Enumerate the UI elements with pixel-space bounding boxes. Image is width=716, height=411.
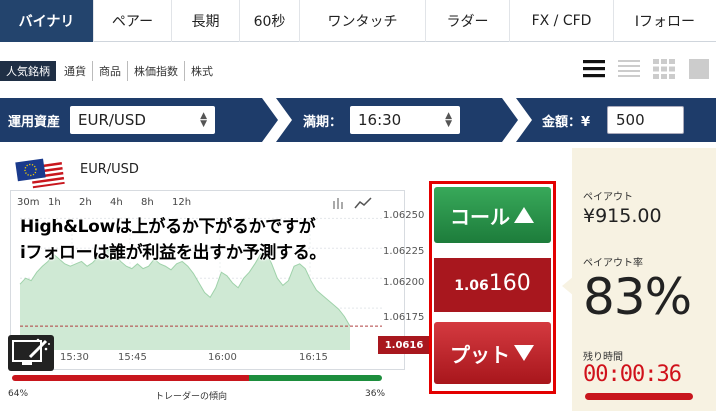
expiry-value: 16:30 bbox=[358, 111, 402, 129]
grid-view-icon[interactable] bbox=[646, 55, 681, 83]
price-tick-label: 1.06250 bbox=[383, 210, 425, 221]
tab-60sec[interactable]: 60秒 bbox=[240, 0, 300, 42]
tab-one-touch[interactable]: ワンタッチ bbox=[300, 0, 426, 42]
single-view-icon[interactable] bbox=[681, 55, 716, 83]
sentiment-call-fill bbox=[12, 375, 249, 381]
caption-line-2: iフォローは誰が利益を出すか予測する。 bbox=[20, 243, 327, 263]
asset-label: 運用資産 bbox=[8, 115, 61, 130]
price-main: 160 bbox=[488, 271, 531, 296]
price-tick-label: 1.06175 bbox=[383, 312, 425, 323]
put-button[interactable]: プット bbox=[434, 322, 551, 384]
trading-screen: バイナリ ペアー 長期 60秒 ワンタッチ ラダー FX / CFD Iフォロー… bbox=[0, 0, 716, 411]
call-label: コール bbox=[450, 204, 510, 229]
select-arrows-icon: ▲ ▼ bbox=[200, 111, 207, 129]
remaining-time-bar bbox=[585, 393, 693, 400]
panel-pointer bbox=[562, 276, 574, 296]
eu-us-flag-icon bbox=[15, 158, 65, 189]
tab-fx-cfd[interactable]: FX / CFD bbox=[510, 0, 614, 42]
time-tick-label: 15:45 bbox=[118, 352, 147, 363]
category-commodity[interactable]: 商品 bbox=[93, 61, 128, 81]
sentiment-put-fill bbox=[248, 375, 382, 381]
tab-i-follow[interactable]: Iフォロー bbox=[614, 0, 716, 42]
remaining-time-label: 残り時間 bbox=[583, 352, 623, 363]
expiry-label: 満期： bbox=[303, 115, 343, 130]
put-label: プット bbox=[450, 342, 510, 367]
current-price-display: 1.06 160 bbox=[434, 258, 551, 312]
asset-select[interactable]: EUR/USD ▲ ▼ bbox=[70, 106, 215, 134]
arrow-down-icon bbox=[514, 345, 534, 361]
time-tick-label: 16:00 bbox=[208, 352, 237, 363]
price-tick-label: 1.06225 bbox=[383, 246, 425, 257]
list-view-icon[interactable] bbox=[576, 55, 611, 83]
category-stock[interactable]: 株式 bbox=[185, 61, 219, 81]
category-popular[interactable]: 人気銘柄 bbox=[0, 61, 56, 81]
sentiment-label: トレーダーの傾向 bbox=[155, 392, 228, 402]
tab-ladder[interactable]: ラダー bbox=[426, 0, 510, 42]
product-tabs: バイナリ ペアー 長期 60秒 ワンタッチ ラダー FX / CFD Iフォロー bbox=[0, 0, 716, 42]
trade-settings-bar: 運用資産 EUR/USD ▲ ▼ 満期： 16:30 ▲ ▼ 金額：¥ 500 bbox=[0, 98, 716, 142]
payout-rate-value: 83% bbox=[583, 268, 692, 326]
tab-binary[interactable]: バイナリ bbox=[0, 0, 94, 42]
compact-list-icon[interactable] bbox=[611, 55, 646, 83]
remaining-time-value: 00:00:36 bbox=[583, 362, 682, 387]
time-tick-label: 16:15 bbox=[299, 352, 328, 363]
category-currency[interactable]: 通貨 bbox=[58, 61, 93, 81]
chevron-right-icon bbox=[262, 98, 292, 142]
price-tick-label: 1.06200 bbox=[383, 277, 425, 288]
chart-tool-icon[interactable] bbox=[8, 335, 54, 371]
payout-rate-label: ペイアウト率 bbox=[583, 258, 643, 269]
time-tick-label: 15:30 bbox=[60, 352, 89, 363]
chevron-right-icon bbox=[502, 98, 532, 142]
price-prefix: 1.06 bbox=[454, 278, 489, 294]
select-arrows-icon: ▲ ▼ bbox=[445, 111, 452, 129]
tab-long-term[interactable]: 長期 bbox=[172, 0, 240, 42]
payout-value: ¥915.00 bbox=[583, 205, 662, 227]
amount-input[interactable]: 500 bbox=[607, 106, 684, 134]
instrument-name: EUR/USD bbox=[80, 162, 139, 177]
caption-line-1: High&Lowは上がるか下がるかですが bbox=[20, 217, 316, 237]
current-price-tag: 1.0616 bbox=[378, 336, 430, 354]
amount-label: 金額：¥ bbox=[542, 115, 591, 130]
sentiment-left-percent: 64% bbox=[8, 389, 29, 399]
sentiment-right-percent: 36% bbox=[365, 389, 386, 399]
arrow-up-icon bbox=[514, 207, 534, 223]
tab-pair[interactable]: ペアー bbox=[94, 0, 172, 42]
expiry-select[interactable]: 16:30 ▲ ▼ bbox=[350, 106, 460, 134]
category-nav: 人気銘柄 通貨 商品 株価指数 株式 bbox=[0, 55, 716, 85]
payout-label: ペイアウト bbox=[583, 192, 633, 203]
category-index[interactable]: 株価指数 bbox=[128, 61, 185, 81]
amount-value: 500 bbox=[616, 111, 645, 129]
asset-value: EUR/USD bbox=[78, 111, 146, 129]
trader-sentiment-bar bbox=[12, 375, 382, 381]
call-button[interactable]: コール bbox=[434, 187, 551, 243]
